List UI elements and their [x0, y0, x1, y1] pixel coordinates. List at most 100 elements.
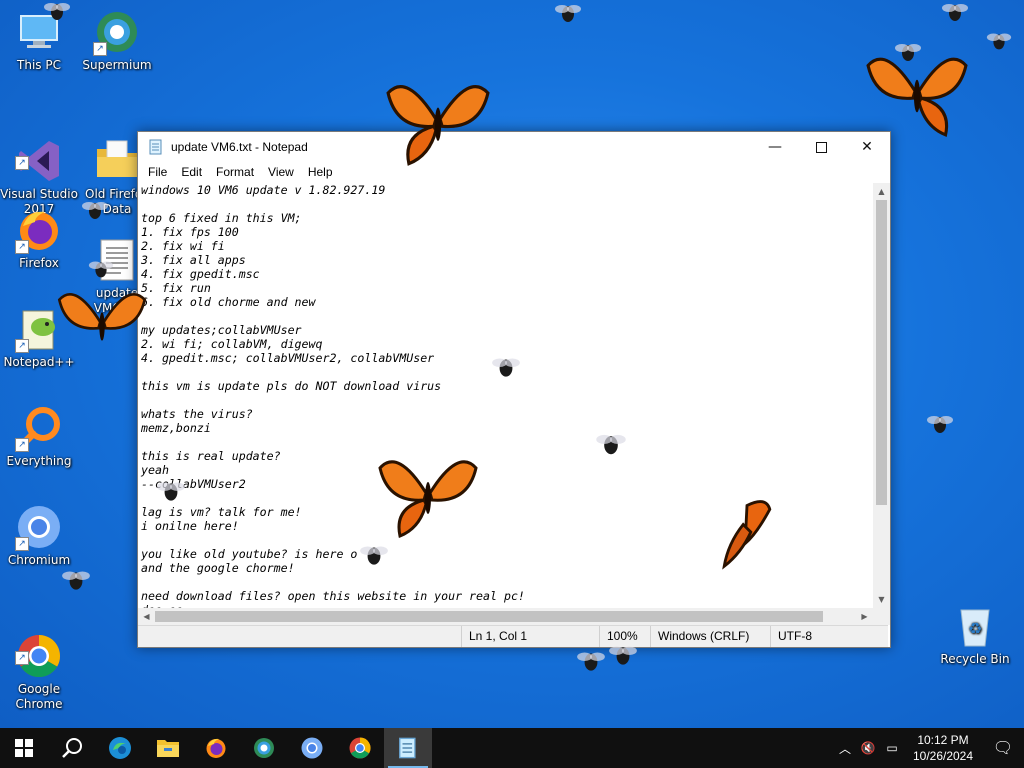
- search-button[interactable]: [48, 728, 96, 768]
- fly-sprite-icon: [596, 434, 626, 455]
- recycle-bin-icon: ♻: [951, 602, 999, 650]
- vertical-scroll-thumb[interactable]: [876, 200, 887, 505]
- fly-sprite-icon: [492, 358, 520, 377]
- butterfly-sprite-icon: [386, 85, 490, 166]
- menu-file[interactable]: File: [141, 165, 174, 179]
- taskbar-supermium[interactable]: [240, 728, 288, 768]
- butterfly-sprite-icon: [378, 460, 478, 539]
- butterfly-sprite-icon: [866, 57, 968, 137]
- menu-edit[interactable]: Edit: [174, 165, 209, 179]
- desktop-icon-google-chrome[interactable]: ↗ Google Chrome: [0, 602, 79, 727]
- clock-date: 10/26/2024: [912, 749, 974, 763]
- scrollbar-corner: [873, 608, 890, 625]
- menu-help[interactable]: Help: [301, 165, 340, 179]
- clock-time: 10:12 PM: [917, 733, 969, 747]
- editor-line: my updates;collabVMUser: [141, 323, 302, 337]
- menu-format[interactable]: Format: [209, 165, 261, 179]
- volume-muted-icon[interactable]: 🔇: [856, 741, 880, 755]
- firefox-icon: ↗: [15, 206, 63, 254]
- editor-line: memz,bonzi: [141, 421, 211, 435]
- status-line-ending: Windows (CRLF): [650, 626, 770, 647]
- clock[interactable]: 10:12 PM 10/26/2024: [904, 732, 982, 764]
- desktop-icon-recycle-bin[interactable]: ♻ Recycle Bin: [935, 602, 1015, 667]
- notepad-titlebar[interactable]: update VM6.txt - Notepad — ✕: [138, 132, 890, 162]
- fly-sprite-icon: [927, 416, 953, 433]
- notification-icon[interactable]: 🗨: [982, 738, 1024, 758]
- taskbar-file-explorer[interactable]: [144, 728, 192, 768]
- search-icon: [62, 738, 82, 758]
- desktop-icon-firefox[interactable]: ↗ Firefox: [0, 206, 79, 271]
- maximize-button[interactable]: [798, 132, 844, 162]
- taskbar-notepad[interactable]: [384, 728, 432, 768]
- notepad-icon: [399, 737, 416, 759]
- minimize-icon: —: [768, 139, 782, 155]
- fly-sprite-icon: [577, 652, 605, 671]
- desktop-icon-label: Everything: [6, 454, 72, 468]
- folder-icon: [93, 122, 141, 177]
- horizontal-scroll-thumb[interactable]: [155, 611, 823, 622]
- shortcut-arrow-icon: ↗: [93, 42, 107, 56]
- taskbar-edge[interactable]: [96, 728, 144, 768]
- desktop-icon-supermium[interactable]: ↗ Supermium: [77, 8, 157, 73]
- taskbar-chrome[interactable]: [336, 728, 384, 768]
- desktop-icon-label: Recycle Bin: [940, 652, 1010, 666]
- status-encoding: UTF-8: [770, 626, 888, 647]
- menu-view[interactable]: View: [261, 165, 301, 179]
- desktop-icon-label: This PC: [17, 58, 61, 72]
- editor-line: 2. fix wi fi: [141, 239, 225, 253]
- scroll-up-icon[interactable]: ▲: [873, 183, 890, 200]
- fly-sprite-icon: [82, 202, 108, 219]
- fly-sprite-icon: [44, 3, 70, 20]
- editor-line: 3. fix all apps: [141, 253, 246, 267]
- taskbar-chromium[interactable]: [288, 728, 336, 768]
- system-tray: ︿ 🔇 ▭ 10:12 PM 10/26/2024 🗨: [834, 728, 1024, 768]
- fly-sprite-icon: [555, 5, 581, 22]
- vertical-scrollbar[interactable]: ▲ ▼: [873, 183, 890, 608]
- desktop: This PC ↗ Supermium ↗ Visual Studio 2017…: [0, 0, 1024, 728]
- shortcut-arrow-icon: ↗: [15, 339, 29, 353]
- desktop-icon-label: Google Chrome: [15, 682, 63, 711]
- chevron-up-icon[interactable]: ︿: [834, 740, 856, 757]
- chrome-icon: ↗: [15, 617, 63, 678]
- start-button[interactable]: [0, 728, 48, 768]
- fly-sprite-icon: [62, 571, 90, 590]
- taskbar: ︿ 🔇 ▭ 10:12 PM 10/26/2024 🗨: [0, 728, 1024, 768]
- fly-sprite-icon: [986, 33, 1012, 50]
- chromium-icon: ↗: [15, 503, 63, 551]
- editor-line: 1. fix fps 100: [141, 225, 239, 239]
- editor-line: --collabVMUser2: [141, 477, 246, 491]
- supermium-icon: ↗: [93, 8, 141, 56]
- editor-line: 2. wi fi; collabVM, digewq: [141, 337, 323, 351]
- menu-bar: File Edit Format View Help: [138, 162, 890, 182]
- notepad-window[interactable]: update VM6.txt - Notepad — ✕ File Edit F…: [137, 131, 891, 648]
- edge-icon: [109, 737, 131, 759]
- fly-sprite-icon: [88, 261, 114, 278]
- fly-sprite-icon: [157, 482, 185, 501]
- shortcut-arrow-icon: ↗: [15, 651, 29, 665]
- desktop-icon-chromium[interactable]: ↗ Chromium: [0, 503, 79, 568]
- chrome-icon: [349, 737, 371, 759]
- taskbar-firefox[interactable]: [192, 728, 240, 768]
- horizontal-scrollbar[interactable]: ◀ ▶: [138, 608, 873, 625]
- scroll-right-icon[interactable]: ▶: [856, 608, 873, 625]
- scroll-left-icon[interactable]: ◀: [138, 608, 155, 625]
- file-explorer-icon: [157, 740, 179, 757]
- butterfly-sprite-icon: [57, 293, 147, 341]
- editor-line: windows 10 VM6 update v 1.82.927.19: [141, 183, 386, 197]
- editor-line: 5. fix run: [141, 281, 211, 295]
- desktop-icon-everything[interactable]: ↗ Everything: [0, 404, 79, 469]
- fly-sprite-icon: [609, 646, 637, 665]
- editor-line: top 6 fixed in this VM;: [141, 211, 302, 225]
- network-icon[interactable]: ▭: [880, 741, 904, 755]
- scroll-down-icon[interactable]: ▼: [873, 591, 890, 608]
- desktop-icon-label: Supermium: [82, 58, 152, 72]
- editor-line: yeah: [141, 463, 169, 477]
- fly-sprite-icon: [942, 4, 968, 21]
- butterfly-sprite-icon: [722, 500, 772, 570]
- shortcut-arrow-icon: ↗: [15, 537, 29, 551]
- editor-line: 4. fix gpedit.msc: [141, 267, 260, 281]
- minimize-button[interactable]: —: [752, 132, 798, 162]
